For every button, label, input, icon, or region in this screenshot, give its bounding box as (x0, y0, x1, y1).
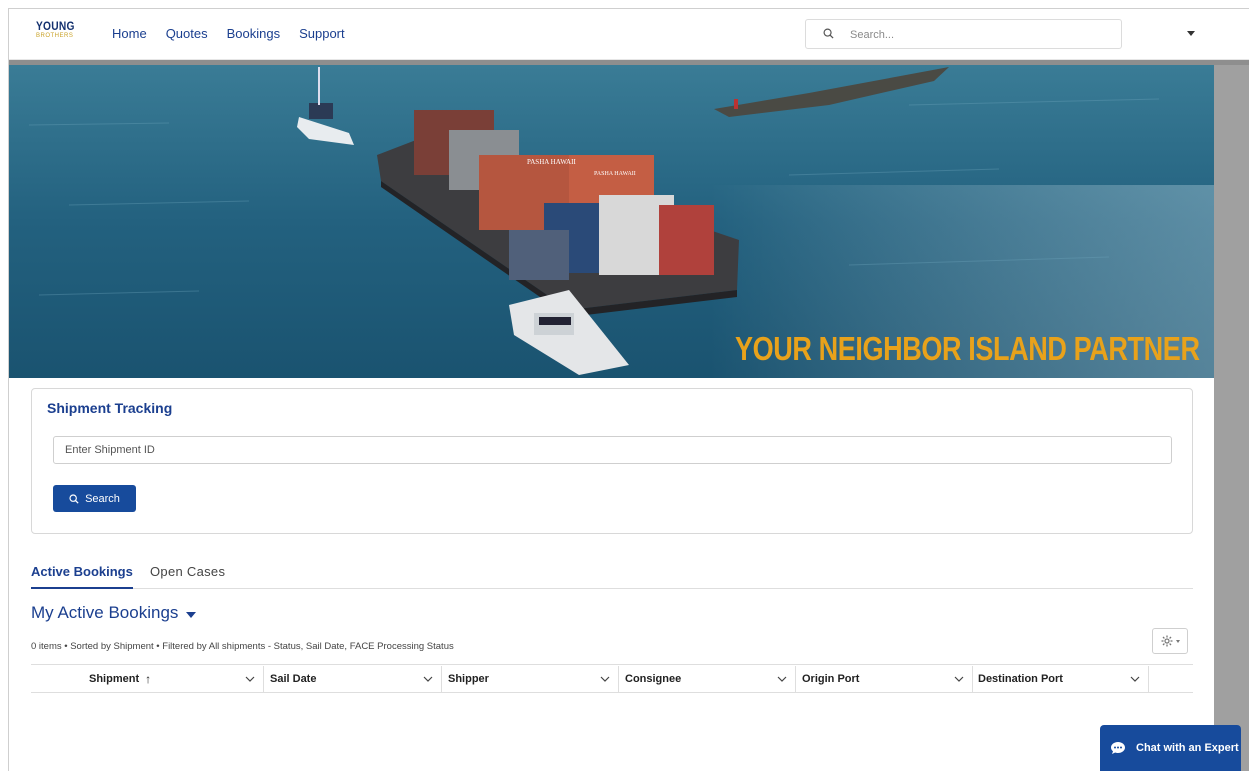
logo-subtext: BROTHERS (36, 33, 74, 39)
column-origin-port-label: Origin Port (802, 673, 860, 685)
shipment-id-input[interactable] (53, 436, 1172, 464)
list-settings-button[interactable] (1152, 628, 1188, 654)
container-text-1: PASHA HAWAII (527, 158, 576, 166)
chevron-down-icon[interactable] (245, 674, 255, 684)
column-origin-port[interactable]: Origin Port (796, 665, 972, 693)
nav-home[interactable]: Home (112, 26, 147, 42)
tracking-search-button[interactable]: Search (53, 485, 136, 512)
container-text-2: PASHA HAWAII (594, 171, 636, 177)
hero-tagline: YOUR NEIGHBOR ISLAND PARTNER (735, 330, 1200, 367)
chat-with-expert-label: Chat with an Expert (1136, 742, 1239, 754)
chevron-down-icon[interactable] (954, 674, 964, 684)
tab-active-bookings[interactable]: Active Bookings (31, 564, 133, 589)
nav-quotes[interactable]: Quotes (166, 26, 208, 42)
bookings-table-header: Shipment ↑ Sail Date Shipper Consignee O… (31, 664, 1193, 693)
global-search (805, 19, 1122, 49)
search-icon (69, 493, 79, 504)
right-gutter (1214, 65, 1249, 771)
chat-bubble-icon (1111, 742, 1125, 754)
main-nav: Home Quotes Bookings Support (112, 26, 364, 42)
shipment-tracking-card: Shipment Tracking Search (31, 388, 1193, 534)
column-sail-date-label: Sail Date (270, 673, 317, 685)
column-shipment[interactable]: Shipment ↑ (31, 665, 263, 693)
global-search-input[interactable] (850, 26, 1110, 44)
chat-with-expert-button[interactable]: Chat with an Expert (1100, 725, 1241, 771)
hero-banner: PASHA HAWAII PASHA HAWAII YOUR NEIGHBOR … (9, 65, 1214, 378)
column-sail-date[interactable]: Sail Date (264, 665, 441, 693)
nav-support[interactable]: Support (299, 26, 345, 42)
column-consignee-label: Consignee (625, 673, 682, 685)
search-icon (823, 28, 834, 39)
column-shipper[interactable]: Shipper (442, 665, 618, 693)
tracking-search-label: Search (85, 492, 120, 505)
column-destination-port[interactable]: Destination Port (973, 665, 1148, 693)
tab-open-cases[interactable]: Open Cases (150, 564, 225, 589)
chevron-down-icon[interactable] (600, 674, 610, 684)
list-view-title: My Active Bookings (31, 603, 179, 622)
column-shipper-label: Shipper (448, 673, 489, 685)
chevron-down-icon (1175, 639, 1180, 643)
nav-bookings[interactable]: Bookings (227, 26, 280, 42)
user-menu-caret-icon[interactable] (1187, 31, 1195, 36)
sort-ascending-icon: ↑ (145, 672, 152, 686)
column-shipment-label: Shipment (89, 673, 140, 685)
bookings-tabs: Active Bookings Open Cases (31, 560, 1193, 589)
column-divider (1148, 666, 1149, 693)
gear-icon (1161, 635, 1172, 647)
chevron-down-icon[interactable] (1130, 674, 1140, 684)
shipment-tracking-title: Shipment Tracking (47, 400, 173, 416)
caret-down-icon (186, 611, 197, 618)
column-destination-port-label: Destination Port (978, 673, 1063, 685)
column-consignee[interactable]: Consignee (619, 665, 795, 693)
list-view-selector[interactable]: My Active Bookings (31, 603, 197, 623)
logo-wordmark: YOUNG (36, 19, 75, 33)
app-frame: YOUNG BROTHERS Home Quotes Bookings Supp… (0, 0, 1249, 771)
chevron-down-icon[interactable] (423, 674, 433, 684)
chevron-down-icon[interactable] (777, 674, 787, 684)
company-logo[interactable]: YOUNG BROTHERS (36, 20, 76, 46)
site-header: YOUNG BROTHERS Home Quotes Bookings Supp… (9, 9, 1249, 60)
list-view-meta: 0 items • Sorted by Shipment • Filtered … (31, 641, 454, 652)
